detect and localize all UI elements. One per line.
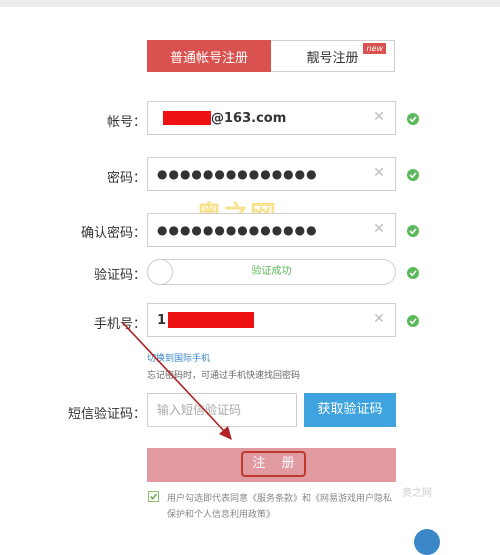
annotation-arrow xyxy=(121,321,232,440)
